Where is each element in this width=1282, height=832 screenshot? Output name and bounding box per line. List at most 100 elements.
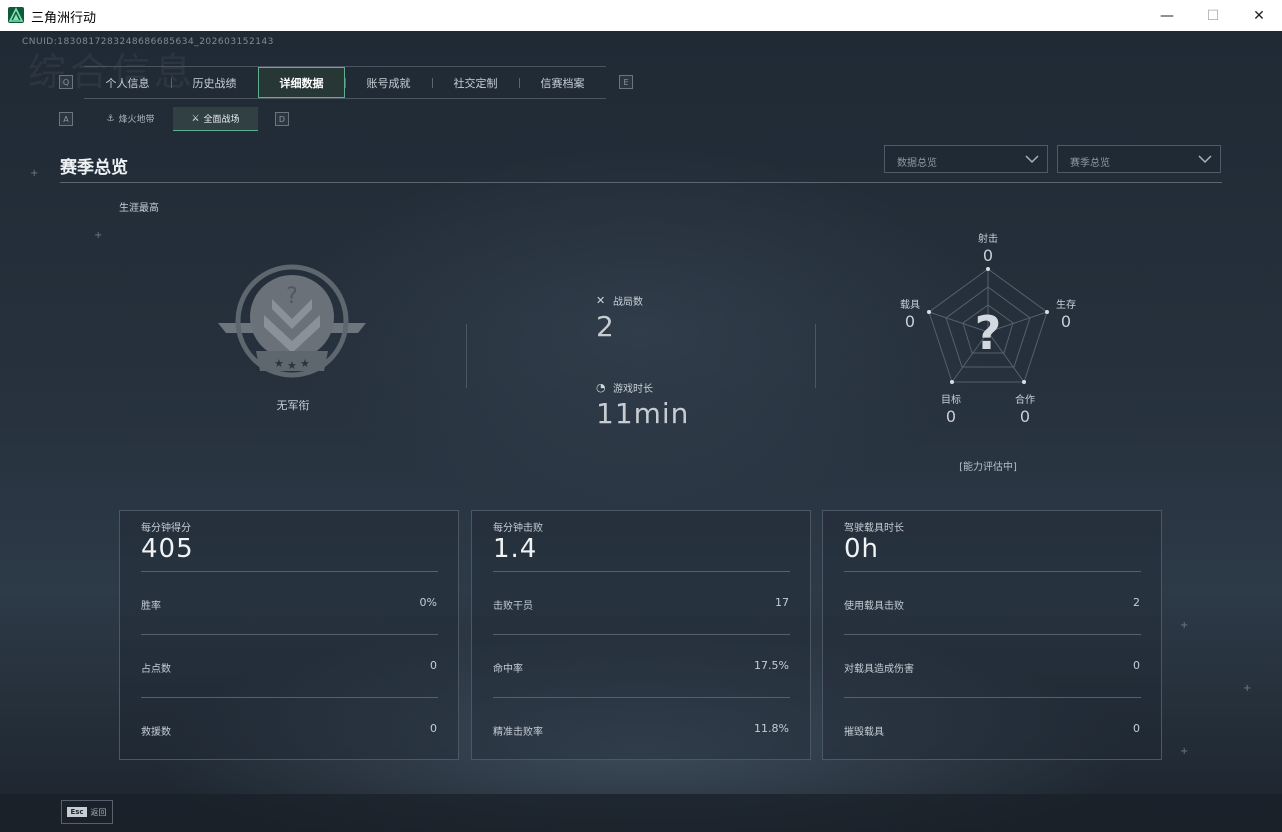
minimize-button[interactable]: — — [1144, 0, 1190, 31]
row-value: 2 — [1133, 596, 1140, 609]
divider — [844, 571, 1141, 572]
tab-achievements[interactable]: 账号成就 — [345, 67, 432, 98]
close-button[interactable]: ✕ — [1236, 0, 1282, 31]
radar-survival-value: 0 — [1060, 312, 1072, 331]
row-label: 对载具造成伤害 — [844, 664, 914, 675]
clock-icon: ◔ — [596, 380, 606, 394]
row-value: 0 — [1133, 659, 1140, 672]
divider — [493, 571, 790, 572]
divider — [493, 634, 790, 635]
divider — [141, 697, 438, 698]
radar-target-label: 目标 — [941, 395, 961, 406]
tab-social[interactable]: 社交定制 — [432, 67, 519, 98]
radar-coop-label: 合作 — [1015, 395, 1035, 406]
subtab-label: 烽火地带 — [118, 115, 155, 125]
radar-shooting-label: 射击 — [978, 234, 998, 245]
divider — [844, 697, 1141, 698]
title-bar: 三角洲行动 — ☐ ✕ — [0, 0, 1282, 32]
card-value: 1.4 — [493, 534, 538, 564]
decor-cross-icon: + — [1180, 620, 1189, 631]
main-content: 综合信息 CNUID:1830817283248686685634_202603… — [0, 31, 1282, 832]
row-label: 摧毁载具 — [844, 727, 884, 738]
decor-cross-icon: + — [94, 230, 103, 241]
key-hint-d: D — [275, 112, 289, 126]
radar-survival-label: 生存 — [1056, 300, 1076, 311]
battles-value: 2 — [596, 310, 615, 343]
card-label: 驾驶载具时长 — [844, 523, 904, 534]
card-label: 每分钟击败 — [493, 523, 543, 534]
footer-bar: Esc 返回 — [0, 794, 1282, 832]
divider — [493, 697, 790, 698]
section-divider — [60, 182, 1222, 183]
subtab-label: 全面战场 — [203, 115, 240, 125]
row-label: 使用载具击败 — [844, 601, 904, 612]
divider — [844, 634, 1141, 635]
rank-name: 无军衔 — [276, 399, 310, 412]
svg-text:★: ★ — [300, 357, 310, 370]
kills-per-minute-card: 每分钟击败 1.4 击败干员 17 命中率 17.5% 精准击败率 11.8% — [471, 510, 811, 760]
battles-stat: ✕ 战局数 2 — [596, 293, 643, 343]
divider — [141, 571, 438, 572]
dropdown-value: 赛季总览 — [1070, 158, 1110, 169]
tab-personal-info[interactable]: 个人信息 — [84, 67, 171, 98]
data-overview-dropdown[interactable]: 数据总览 — [884, 145, 1048, 173]
rank-emblem-icon: ? ★ ★ ★ — [218, 264, 366, 378]
playtime-value: 11min — [596, 397, 690, 430]
chevron-down-icon — [1198, 155, 1212, 164]
row-value: 0 — [430, 722, 437, 735]
crossed-swords-icon: ⚔ — [191, 113, 200, 124]
decor-cross-icon: + — [1180, 746, 1189, 757]
chevron-down-icon — [1025, 155, 1039, 164]
esc-key-hint: Esc — [67, 807, 87, 817]
row-label: 胜率 — [141, 601, 161, 612]
key-hint-a: A — [59, 112, 73, 126]
decor-cross-icon: + — [1243, 683, 1252, 694]
crossed-swords-icon: ✕ — [596, 293, 606, 307]
row-label: 命中率 — [493, 664, 523, 675]
vehicle-time-card: 驾驶载具时长 0h 使用载具击败 2 对载具造成伤害 0 摧毁载具 0 — [822, 510, 1162, 760]
row-value: 11.8% — [754, 722, 789, 735]
row-value: 0 — [1133, 722, 1140, 735]
row-label: 占点数 — [141, 664, 171, 675]
maximize-button[interactable]: ☐ — [1190, 0, 1236, 31]
card-value: 0h — [844, 534, 880, 564]
svg-text:★: ★ — [287, 359, 297, 372]
row-value: 17.5% — [754, 659, 789, 672]
row-label: 救援数 — [141, 727, 171, 738]
card-value: 405 — [141, 534, 194, 564]
radar-shooting-value: 0 — [982, 246, 994, 265]
playtime-stat: ◔ 游戏时长 11min — [596, 380, 689, 430]
tab-history[interactable]: 历史战绩 — [171, 67, 258, 98]
card-label: 每分钟得分 — [141, 523, 191, 534]
app-window: 三角洲行动 — ☐ ✕ 综合信息 CNUID:18308172832486866… — [0, 0, 1282, 832]
key-hint-e: E — [619, 75, 633, 89]
tab-tournament[interactable]: 信赛档案 — [519, 67, 606, 98]
back-button[interactable]: Esc 返回 — [61, 800, 113, 824]
divider — [141, 634, 438, 635]
section-title: 赛季总览 — [60, 158, 128, 178]
divider — [815, 324, 816, 388]
row-label: 击败干员 — [493, 601, 533, 612]
divider — [466, 324, 467, 388]
row-value: 17 — [775, 596, 789, 609]
back-label: 返回 — [90, 807, 107, 817]
decor-cross-icon: + — [30, 168, 39, 179]
row-value: 0 — [430, 659, 437, 672]
anchor-icon: ⚓ — [106, 113, 115, 124]
key-hint-q: Q — [59, 75, 73, 89]
score-per-minute-card: 每分钟得分 405 胜率 0% 占点数 0 救援数 0 — [119, 510, 459, 760]
subtab-beacon-zone[interactable]: ⚓ 烽火地带 — [88, 107, 173, 130]
radar-vehicle-label: 载具 — [900, 300, 920, 311]
battles-label: 战局数 — [613, 297, 643, 308]
tab-detailed-data[interactable]: 详细数据 — [258, 67, 345, 98]
main-tabs: 个人信息 历史战绩 详细数据 账号成就 社交定制 信赛档案 — [84, 66, 606, 99]
radar-coop-value: 0 — [1019, 407, 1031, 426]
subtab-full-battlefield[interactable]: ⚔ 全面战场 — [173, 107, 258, 131]
svg-text:?: ? — [286, 284, 298, 309]
row-value: 0% — [419, 596, 437, 609]
user-uid: CNUID:1830817283248686685634_20260315214… — [22, 37, 274, 47]
dropdown-value: 数据总览 — [897, 158, 937, 169]
season-overview-dropdown[interactable]: 赛季总览 — [1057, 145, 1221, 173]
playtime-label: 游戏时长 — [613, 384, 653, 395]
ability-evaluating-note: [能力评估中] — [959, 462, 1017, 473]
